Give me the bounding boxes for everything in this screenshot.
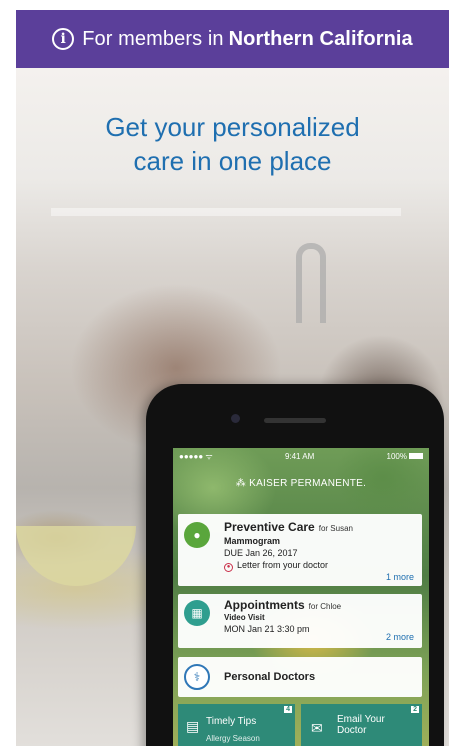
appointments-label: Appointments xyxy=(224,598,305,612)
preventive-reminder: ● Letter from your doctor xyxy=(224,560,328,572)
kaiser-logo-icon: ⁂ xyxy=(235,478,247,489)
status-bar: ●●●●● ᯤ 9:41 AM 100% xyxy=(173,448,429,464)
appointment-time: MON Jan 21 3:30 pm xyxy=(224,624,310,634)
email-title-line-1: Email Your xyxy=(337,714,385,725)
region-banner: i For members in Northern California xyxy=(16,10,449,68)
appointments-more-link[interactable]: 2 more xyxy=(386,632,414,642)
brand-name: KAISER PERMANENTE. xyxy=(249,478,367,489)
headline-line-2: care in one place xyxy=(133,146,332,176)
kitchen-shelf xyxy=(51,208,401,216)
email-count-badge: 2 xyxy=(411,706,419,713)
appointments-member: for Chloe xyxy=(308,602,342,611)
document-icon: ▤ xyxy=(186,718,200,734)
banner-region: Northern California xyxy=(228,27,413,50)
app-store-preview: i For members in Northern California Get… xyxy=(16,0,449,746)
camera-icon xyxy=(231,414,240,423)
preventive-more-link[interactable]: 1 more xyxy=(386,572,414,582)
tips-subtitle: Allergy Season xyxy=(206,734,260,743)
signal-dots: ●●●●● xyxy=(179,451,206,461)
preventive-care-card[interactable]: ● Preventive Care for Susan Mammogram DUE… xyxy=(178,514,422,586)
reminder-icon: ● xyxy=(224,563,233,572)
tips-title: Timely Tips xyxy=(206,716,257,727)
apple-icon: ● xyxy=(184,522,210,548)
timely-tips-tile[interactable]: 4 ▤ Timely Tips Allergy Season xyxy=(178,704,295,746)
mixing-bowl xyxy=(16,526,136,586)
phone-mockup: ●●●●● ᯤ 9:41 AM 100% ⁂ KAISER PERMANENTE.… xyxy=(146,384,444,746)
battery-icon xyxy=(409,453,423,460)
headline: Get your personalized care in one place xyxy=(16,110,449,178)
status-time: 9:41 AM xyxy=(284,451,315,461)
kitchen-faucet xyxy=(296,243,326,323)
headline-line-1: Get your personalized xyxy=(105,112,360,142)
reminder-text: Letter from your doctor xyxy=(237,560,329,570)
appointments-title: Appointments for Chloe xyxy=(224,598,341,612)
preventive-care-label: Preventive Care xyxy=(224,520,315,534)
appointments-card[interactable]: ▦ Appointments for Chloe Video Visit MON … xyxy=(178,594,422,648)
personal-doctors-card[interactable]: ⚕ Personal Doctors xyxy=(178,657,422,697)
info-icon: i xyxy=(52,28,75,50)
phone-screen: ●●●●● ᯤ 9:41 AM 100% ⁂ KAISER PERMANENTE.… xyxy=(173,448,429,746)
calendar-icon: ▦ xyxy=(184,600,210,626)
battery-indicator: 100% xyxy=(387,452,423,461)
personal-doctors-title: Personal Doctors xyxy=(224,671,316,683)
envelope-icon: ✉ xyxy=(311,720,323,736)
email-title: Email Your Doctor xyxy=(337,714,385,736)
preventive-item: Mammogram xyxy=(224,536,281,546)
appointment-type: Video Visit xyxy=(224,613,265,622)
tips-count-badge: 4 xyxy=(284,706,292,713)
brand-header: ⁂ KAISER PERMANENTE. xyxy=(173,478,429,489)
preventive-due-date: DUE Jan 26, 2017 xyxy=(224,548,298,558)
wifi-icon: ᯤ xyxy=(205,451,213,461)
signal-indicator: ●●●●● ᯤ xyxy=(179,451,213,462)
preventive-care-member: for Susan xyxy=(318,524,353,533)
email-title-line-2: Doctor xyxy=(337,725,367,736)
banner-prefix: For members in xyxy=(82,27,224,50)
email-doctor-tile[interactable]: 2 ✉ Email Your Doctor xyxy=(301,704,422,746)
stethoscope-icon: ⚕ xyxy=(184,664,210,690)
preventive-care-title: Preventive Care for Susan xyxy=(224,520,353,534)
speaker-grille xyxy=(264,418,326,423)
battery-percent: 100% xyxy=(386,451,407,461)
